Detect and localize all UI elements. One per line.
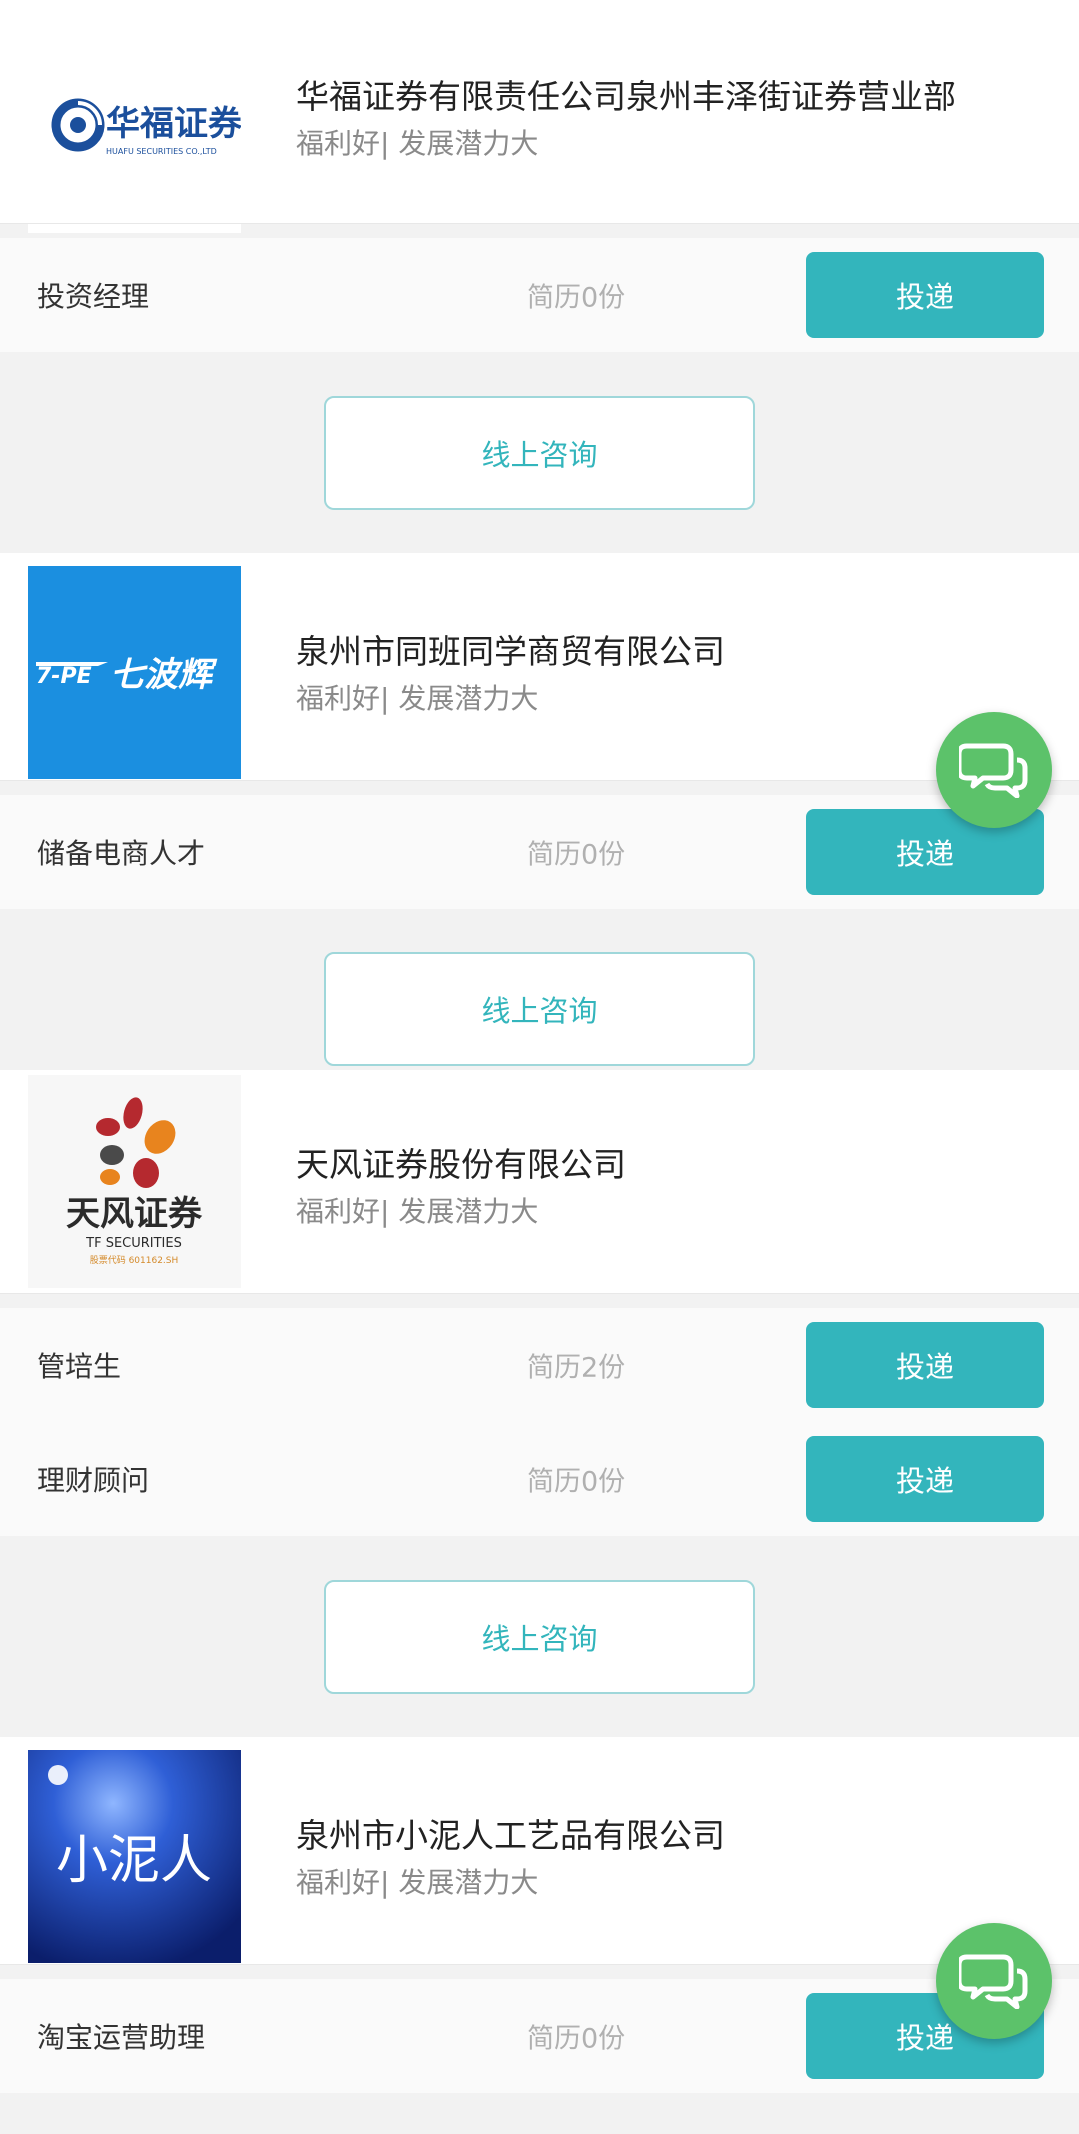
divider (0, 1964, 1079, 1965)
company-logo: 华福证券 HUAFU SECURITIES CO.,LTD (28, 20, 241, 233)
svg-text:HUAFU SECURITIES CO.,LTD: HUAFU SECURITIES CO.,LTD (106, 147, 217, 156)
chat-bubbles-icon (956, 738, 1029, 802)
online-consult-button[interactable]: 线上咨询 (324, 1580, 755, 1694)
company-card[interactable]: 7-PE 七波辉 泉州市同班同学商贸有限公司 福利好| 发展潜力大 (0, 553, 1079, 780)
svg-text:小泥人: 小泥人 (56, 1831, 212, 1891)
job-title: 投资经理 (37, 280, 150, 313)
job-title: 管培生 (37, 1350, 122, 1383)
apply-button[interactable]: 投递 (806, 1322, 1044, 1408)
job-title: 储备电商人才 (37, 837, 206, 870)
divider (0, 223, 1079, 224)
job-row[interactable]: 理财顾问 简历0份 投递 (0, 1422, 1079, 1536)
job-row[interactable]: 储备电商人才 简历0份 投递 (0, 795, 1079, 909)
online-consult-button[interactable]: 线上咨询 (324, 396, 755, 510)
resume-count: 简历0份 (527, 839, 626, 871)
company-tags: 福利好| 发展潜力大 (296, 682, 539, 715)
resume-count: 简历2份 (527, 1352, 626, 1384)
company-name: 华福证券有限责任公司泉州丰泽街证券营业部 (296, 77, 956, 116)
company-tags: 福利好| 发展潜力大 (296, 127, 539, 160)
apply-button[interactable]: 投递 (806, 252, 1044, 338)
svg-text:股票代码 601162.SH: 股票代码 601162.SH (90, 1255, 179, 1266)
resume-count: 简历0份 (527, 2023, 626, 2055)
company-logo: 天风证券 TF SECURITIES 股票代码 601162.SH (28, 1075, 241, 1288)
job-title: 淘宝运营助理 (37, 2021, 206, 2054)
job-row[interactable]: 投资经理 简历0份 投递 (0, 238, 1079, 352)
company-card[interactable]: 华福证券 HUAFU SECURITIES CO.,LTD 华福证券有限责任公司… (0, 0, 1079, 233)
company-tags: 福利好| 发展潜力大 (296, 1866, 539, 1899)
resume-count: 简历0份 (527, 282, 626, 314)
company-tags: 福利好| 发展潜力大 (296, 1195, 539, 1228)
svg-text:天风证券: 天风证券 (66, 1194, 203, 1234)
chat-bubbles-icon (956, 1949, 1029, 2013)
job-list-page: 华福证券 HUAFU SECURITIES CO.,LTD 华福证券有限责任公司… (0, 0, 1079, 2134)
divider (0, 1293, 1079, 1294)
company-name: 泉州市小泥人工艺品有限公司 (296, 1816, 725, 1855)
company-card[interactable]: 天风证券 TF SECURITIES 股票代码 601162.SH 天风证券股份… (0, 1070, 1079, 1293)
resume-count: 简历0份 (527, 1466, 626, 1498)
company-logo: 小泥人 (28, 1750, 241, 1963)
job-title: 理财顾问 (37, 1464, 150, 1497)
svg-text:华福证券: 华福证券 (106, 104, 241, 144)
chat-fab-button[interactable] (936, 1923, 1052, 2039)
svg-text:TF SECURITIES: TF SECURITIES (85, 1236, 182, 1251)
svg-text:七波辉: 七波辉 (110, 655, 218, 695)
chat-fab-button[interactable] (936, 712, 1052, 828)
company-card[interactable]: 小泥人 泉州市小泥人工艺品有限公司 福利好| 发展潜力大 (0, 1737, 1079, 1964)
svg-text:7-PE: 7-PE (36, 664, 92, 689)
apply-button[interactable]: 投递 (806, 1436, 1044, 1522)
job-row[interactable]: 管培生 简历2份 投递 (0, 1308, 1079, 1422)
company-logo: 7-PE 七波辉 (28, 566, 241, 779)
job-row[interactable]: 淘宝运营助理 简历0份 投递 (0, 1979, 1079, 2093)
company-name: 天风证券股份有限公司 (296, 1145, 626, 1184)
online-consult-button[interactable]: 线上咨询 (324, 952, 755, 1066)
divider (0, 780, 1079, 781)
company-name: 泉州市同班同学商贸有限公司 (296, 632, 725, 671)
